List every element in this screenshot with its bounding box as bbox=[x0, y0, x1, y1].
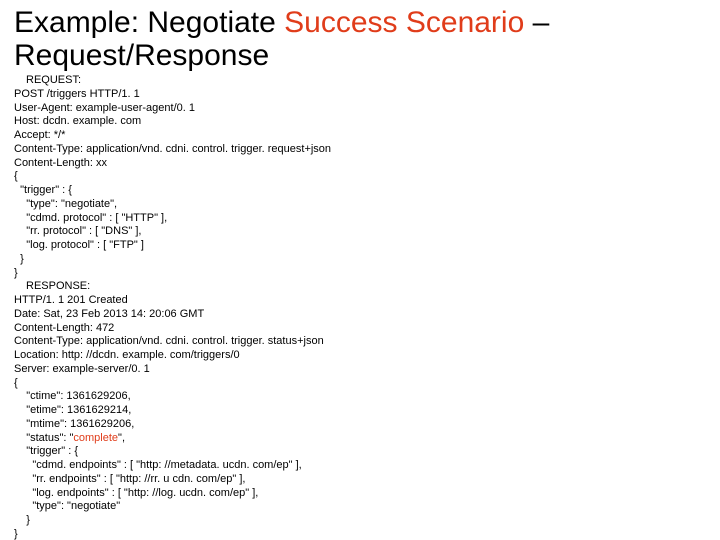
status-pre: "status": " bbox=[14, 432, 73, 444]
request-line: "rr. protocol" : [ "DNS" ], bbox=[14, 225, 706, 239]
response-line: HTTP/1. 1 201 Created bbox=[14, 294, 706, 308]
request-block: POST /triggers HTTP/1. 1User-Agent: exam… bbox=[14, 88, 706, 281]
request-line: { bbox=[14, 170, 706, 184]
response-line: "cdmd. endpoints" : [ "http: //metadata.… bbox=[14, 459, 706, 473]
response-block: HTTP/1. 1 201 CreatedDate: Sat, 23 Feb 2… bbox=[14, 294, 706, 540]
request-line: "type": "negotiate", bbox=[14, 198, 706, 212]
request-line: Host: dcdn. example. com bbox=[14, 115, 706, 129]
response-line: Server: example-server/0. 1 bbox=[14, 363, 706, 377]
response-line: "log. endpoints" : [ "http: //log. ucdn.… bbox=[14, 487, 706, 501]
request-label: REQUEST: bbox=[14, 74, 706, 88]
response-line: Content-Length: 472 bbox=[14, 322, 706, 336]
request-line: Accept: */* bbox=[14, 129, 706, 143]
request-line: "log. protocol" : [ "FTP" ] bbox=[14, 239, 706, 253]
status-value: complete bbox=[73, 432, 118, 444]
response-line: "ctime": 1361629206, bbox=[14, 390, 706, 404]
response-line: Date: Sat, 23 Feb 2013 14: 20:06 GMT bbox=[14, 308, 706, 322]
request-line: User-Agent: example-user-agent/0. 1 bbox=[14, 102, 706, 116]
title-pre: Example: Negotiate bbox=[14, 6, 284, 39]
response-line: "trigger" : { bbox=[14, 445, 706, 459]
request-line: Content-Length: xx bbox=[14, 157, 706, 171]
status-post: ", bbox=[118, 432, 125, 444]
request-line: } bbox=[14, 267, 706, 281]
response-line: Location: http: //dcdn. example. com/tri… bbox=[14, 349, 706, 363]
response-line: "etime": 1361629214, bbox=[14, 404, 706, 418]
body: REQUEST: POST /triggers HTTP/1. 1User-Ag… bbox=[14, 74, 706, 540]
slide-title: Example: Negotiate Success Scenario – Re… bbox=[14, 6, 706, 72]
response-status-line: "status": "complete", bbox=[14, 432, 706, 446]
response-line: "mtime": 1361629206, bbox=[14, 418, 706, 432]
response-line: "type": "negotiate" bbox=[14, 500, 706, 514]
slide: Example: Negotiate Success Scenario – Re… bbox=[0, 0, 720, 540]
request-line: "trigger" : { bbox=[14, 184, 706, 198]
response-line: { bbox=[14, 377, 706, 391]
request-line: Content-Type: application/vnd. cdni. con… bbox=[14, 143, 706, 157]
response-line: } bbox=[14, 528, 706, 540]
response-line: Content-Type: application/vnd. cdni. con… bbox=[14, 335, 706, 349]
response-label: RESPONSE: bbox=[14, 280, 706, 294]
request-line: POST /triggers HTTP/1. 1 bbox=[14, 88, 706, 102]
request-line: "cdmd. protocol" : [ "HTTP" ], bbox=[14, 212, 706, 226]
response-line: } bbox=[14, 514, 706, 528]
request-line: } bbox=[14, 253, 706, 267]
title-accent: Success Scenario bbox=[284, 6, 524, 39]
response-line: "rr. endpoints" : [ "http: //rr. u cdn. … bbox=[14, 473, 706, 487]
